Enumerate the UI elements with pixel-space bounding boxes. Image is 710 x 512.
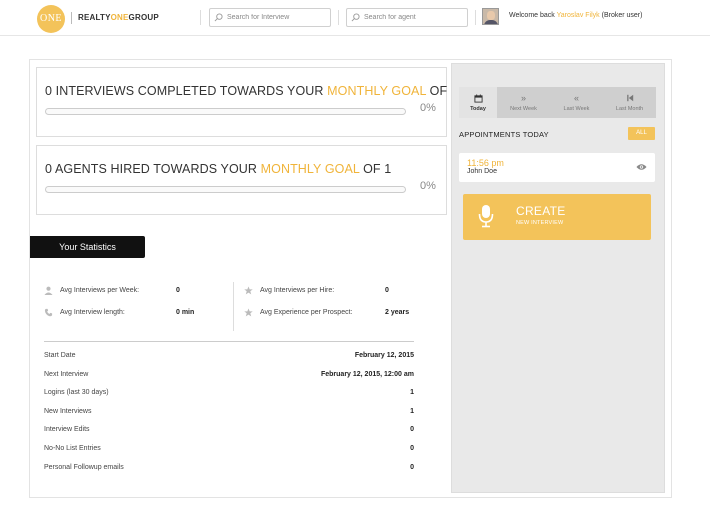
- avatar-body: [484, 20, 498, 24]
- microphone-icon: [478, 205, 494, 228]
- user-role: (Broker user): [601, 12, 643, 19]
- star-icon: [244, 308, 253, 317]
- detail-label: Start Date: [44, 352, 76, 359]
- phone-icon: [44, 308, 53, 317]
- detail-label: Personal Followup emails: [44, 464, 124, 471]
- avatar[interactable]: [482, 8, 499, 25]
- tab-today[interactable]: Today: [459, 87, 497, 118]
- goal-count: 0: [45, 84, 53, 98]
- double-chevron-right-icon: »: [520, 92, 526, 103]
- progress-percent: 0%: [420, 180, 436, 192]
- search-icon: [214, 13, 223, 22]
- all-appointments-button[interactable]: ALL: [628, 127, 655, 140]
- agent-search-box[interactable]: [346, 8, 468, 27]
- logo-divider: [71, 12, 72, 24]
- goal-count: 0: [45, 162, 53, 176]
- goal-title: 0 INTERVIEWS COMPLETED TOWARDS YOUR MONT…: [45, 84, 458, 98]
- create-interview-button[interactable]: CREATE NEW INTERVIEW: [463, 194, 651, 240]
- calendar-icon: [473, 93, 483, 103]
- user-icon: [44, 286, 53, 295]
- avg-interviews-per-hire-value: 0: [385, 287, 389, 294]
- detail-value: February 12, 2015: [354, 352, 414, 359]
- goal-text: AGENTS HIRED TOWARDS YOUR: [54, 162, 258, 176]
- goal-highlight: MONTHLY GOAL: [327, 84, 427, 98]
- detail-value: 0: [410, 464, 414, 471]
- search-icon: [351, 13, 360, 22]
- welcome-message[interactable]: Welcome back Yaroslav Filyk (Broker user…: [509, 12, 642, 19]
- agents-goal-card: 0 AGENTS HIRED TOWARDS YOUR MONTHLY GOAL…: [36, 145, 447, 215]
- avatar-face: [487, 11, 495, 20]
- tab-label: Next Week: [510, 105, 537, 112]
- tab-last-week[interactable]: « Last Week: [550, 87, 603, 118]
- tab-next-week[interactable]: » Next Week: [497, 87, 550, 118]
- detail-label: Logins (last 30 days): [44, 389, 109, 396]
- goal-text: INTERVIEWS COMPLETED TOWARDS YOUR: [55, 84, 324, 98]
- interview-search-box[interactable]: [209, 8, 331, 27]
- stats-divider: [44, 341, 414, 342]
- detail-value: 1: [410, 389, 414, 396]
- progress-percent: 0%: [420, 102, 436, 114]
- brand-logo-text[interactable]: REALTYONEGROUP: [78, 13, 159, 22]
- detail-value: 0: [410, 426, 414, 433]
- stats-column-divider: [233, 282, 234, 331]
- agent-search-input[interactable]: [360, 14, 467, 21]
- appointment-time: 11:56 pm: [467, 158, 504, 168]
- avg-interview-length-value: 0 min: [176, 309, 195, 316]
- tab-label: Today: [470, 105, 486, 112]
- interviews-goal-card: 0 INTERVIEWS COMPLETED TOWARDS YOUR MONT…: [36, 67, 458, 137]
- goal-title: 0 AGENTS HIRED TOWARDS YOUR MONTHLY GOAL…: [45, 162, 391, 176]
- appointment-item[interactable]: 11:56 pm John Doe: [459, 153, 655, 182]
- tab-label: Last Week: [563, 105, 590, 112]
- avg-experience-per-prospect-value: 2 years: [385, 309, 410, 316]
- appointments-heading: APPOINTMENTS TODAY: [459, 130, 549, 139]
- double-chevron-left-icon: «: [573, 92, 579, 103]
- progress-bar: [45, 108, 406, 115]
- detail-label: No-No List Entries: [44, 445, 101, 452]
- your-statistics-tab[interactable]: Your Statistics: [30, 236, 145, 258]
- brand-part-realty: REALTY: [78, 13, 111, 22]
- user-name[interactable]: Yaroslav Filyk: [557, 12, 600, 19]
- appointment-name: John Doe: [467, 168, 497, 175]
- progress-bar: [45, 186, 406, 193]
- logo-circle[interactable]: ONE: [37, 5, 65, 33]
- interview-search-input[interactable]: [223, 14, 330, 21]
- detail-value: 0: [410, 445, 414, 452]
- detail-label: New Interviews: [44, 408, 92, 415]
- tab-label: Last Month: [615, 105, 644, 112]
- eye-icon[interactable]: [636, 163, 647, 171]
- detail-label: Next Interview: [44, 371, 89, 378]
- goal-highlight: MONTHLY GOAL: [260, 162, 360, 176]
- header-divider: [200, 10, 201, 25]
- detail-label: Interview Edits: [44, 426, 90, 433]
- create-title: CREATE: [516, 204, 566, 218]
- avg-interviews-per-week-label: Avg Interviews per Week:: [60, 287, 140, 294]
- welcome-prefix: Welcome back: [509, 12, 555, 19]
- goal-target: OF 1: [363, 162, 392, 176]
- brand-part-one: ONE: [110, 13, 129, 22]
- brand-part-group: GROUP: [128, 13, 159, 22]
- avg-interviews-per-hire-label: Avg Interviews per Hire:: [260, 287, 335, 294]
- avg-experience-per-prospect-label: Avg Experience per Prospect:: [260, 309, 353, 316]
- detail-value: February 12, 2015, 12:00 am: [320, 371, 414, 378]
- header-divider: [475, 10, 476, 25]
- skip-back-icon: [626, 94, 633, 101]
- avg-interview-length-label: Avg Interview length:: [60, 309, 125, 316]
- create-subtitle: NEW INTERVIEW: [516, 220, 564, 226]
- avg-interviews-per-week-value: 0: [176, 287, 180, 294]
- top-header: ONE REALTYONEGROUP Welcome back Yaroslav…: [0, 0, 710, 36]
- detail-value: 1: [410, 408, 414, 415]
- star-icon: [244, 286, 253, 295]
- tab-last-month[interactable]: Last Month: [603, 87, 656, 118]
- appointments-range-tabs: Today » Next Week « Last Week Last Month: [459, 87, 656, 118]
- header-divider: [338, 10, 339, 25]
